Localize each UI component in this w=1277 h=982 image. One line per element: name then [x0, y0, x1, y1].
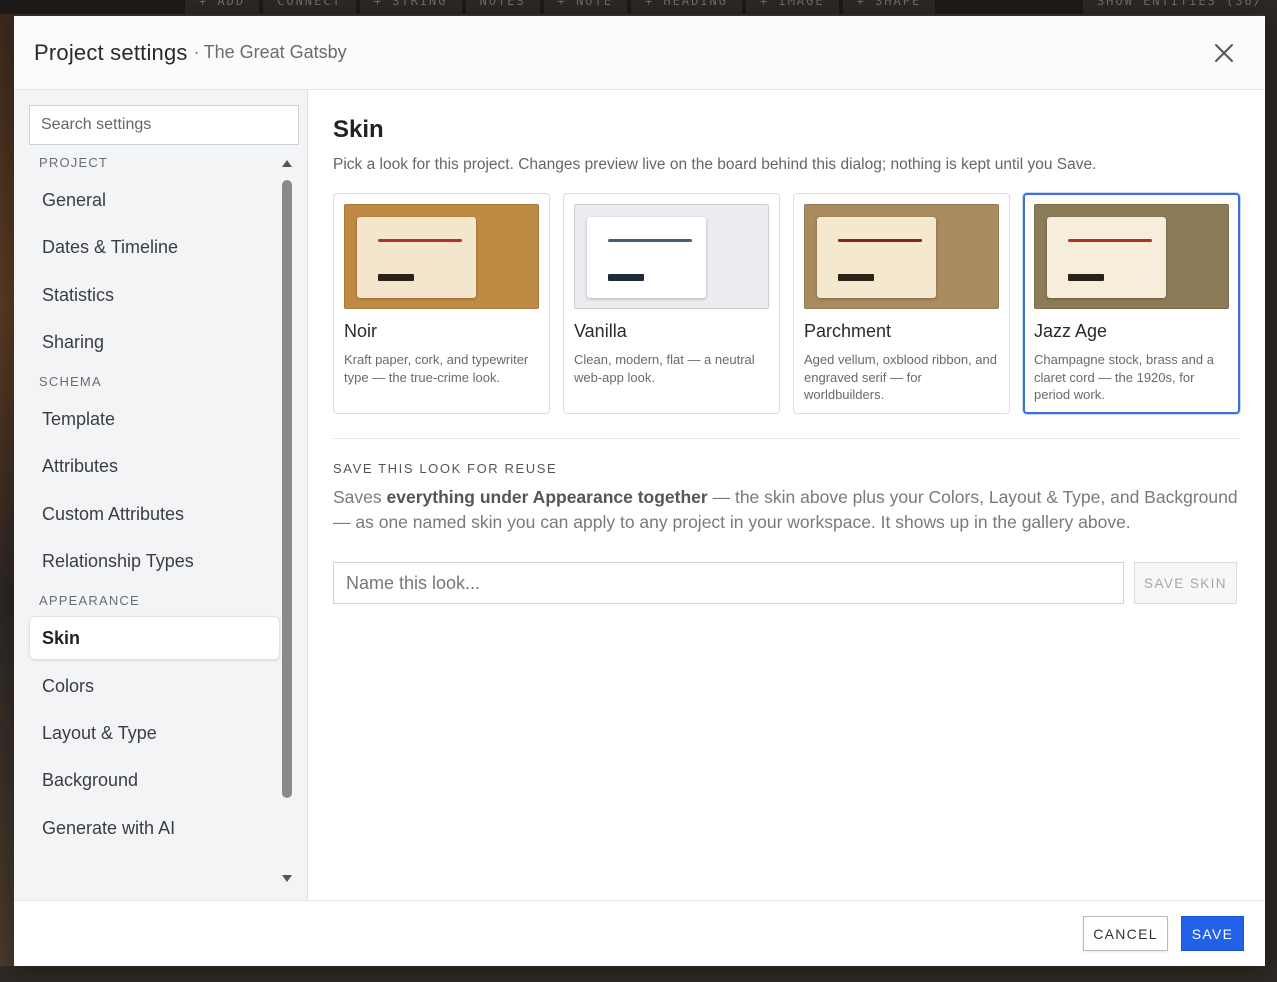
- board-toolbar-item: NOTES: [465, 0, 540, 14]
- sidebar-item-colors[interactable]: Colors: [29, 664, 280, 708]
- skin-name: Jazz Age: [1034, 321, 1108, 341]
- skin-description: Clean, modern, flat — a neutral web-app …: [574, 352, 755, 385]
- cancel-button[interactable]: CANCEL: [1083, 916, 1168, 951]
- nav-section-project: PROJECT: [39, 155, 109, 170]
- search-settings-input[interactable]: [29, 105, 299, 145]
- board-right-edge: [1265, 14, 1277, 982]
- board-toolbar-item: + IMAGE: [746, 0, 839, 14]
- divider: [333, 438, 1240, 439]
- nav-section-appearance: APPEARANCE: [39, 593, 140, 609]
- board-bottom-edge: [0, 966, 1277, 982]
- board-toolbar-item: + HEADING: [630, 0, 743, 14]
- close-icon[interactable]: [1213, 42, 1235, 64]
- preview-ribbon: [1068, 239, 1152, 242]
- sidebar-item-general[interactable]: General: [29, 178, 280, 222]
- preview-text-bar: [378, 274, 414, 281]
- preview-text-bar: [608, 274, 644, 281]
- preview-card: [817, 217, 936, 298]
- skin-preview: [1034, 204, 1229, 309]
- sidebar-item-layout-type[interactable]: Layout & Type: [29, 711, 280, 755]
- skin-card-jazz-age[interactable]: Jazz Age Champagne stock, brass and a cla…: [1023, 193, 1240, 414]
- scroll-thumb[interactable]: [282, 180, 292, 798]
- sidebar-item-attributes[interactable]: Attributes: [29, 444, 280, 488]
- skin-preview: [804, 204, 999, 309]
- board-toolbar-show-entities: SHOW ENTITIES (36/: [1082, 0, 1277, 14]
- skin-preview: [344, 204, 539, 309]
- skin-name: Parchment: [804, 321, 892, 341]
- skin-name: Noir: [344, 321, 378, 341]
- preview-card: [357, 217, 476, 298]
- board-toolbar-item: + ADD: [185, 0, 260, 14]
- sidebar-scrollbar[interactable]: [281, 160, 293, 882]
- section-title: Skin: [333, 116, 384, 143]
- preview-card: [587, 217, 706, 298]
- dialog-header: Project settings · The Great Gatsby: [14, 16, 1265, 90]
- settings-sidebar: PROJECT GeneralDates & TimelineStatistics…: [14, 90, 308, 900]
- board-toolbar-item: + NOTE: [543, 0, 627, 14]
- title-separator: ·: [193, 42, 200, 62]
- save-button[interactable]: SAVE: [1181, 916, 1244, 951]
- preview-text-bar: [838, 274, 874, 281]
- nav-section-schema: SCHEMA: [39, 374, 102, 390]
- settings-nav: PROJECT General Dates & Timeline Statistics…: [29, 148, 280, 853]
- sidebar-item-skin[interactable]: Skin: [29, 616, 280, 661]
- preview-card: [1047, 217, 1166, 298]
- board-toolbar-item: + STRING: [359, 0, 462, 14]
- skin-name-input[interactable]: [333, 562, 1124, 604]
- dialog-title: Project settings: [34, 39, 188, 65]
- section-description: Pick a look for this project. Changes pr…: [333, 156, 1097, 173]
- board-toolbar-item: + SHAPE: [842, 0, 936, 14]
- board-left-edge: [0, 14, 14, 982]
- skin-card-noir[interactable]: Noir Kraft paper, cork, and typewriter ty…: [333, 193, 550, 414]
- board-toolbar: + ADD CONNECT + STRING NOTES + NOTE + HEADING…: [0, 0, 1277, 14]
- sidebar-item-background[interactable]: Background: [29, 758, 280, 802]
- sidebar-item-dates-timeline[interactable]: Dates & Timeline: [29, 225, 280, 269]
- scroll-up-arrow-icon[interactable]: [282, 160, 292, 167]
- project-name: The Great Gatsby: [203, 42, 347, 62]
- sidebar-item-custom-attributes[interactable]: Custom Attributes: [29, 492, 280, 536]
- sidebar-item-relationship-types[interactable]: Relationship Types: [29, 539, 280, 583]
- project-settings-dialog: Project settings · The Great Gatsby PROJ…: [14, 16, 1265, 966]
- skin-description: Aged vellum, oxblood ribbon, and engrave…: [804, 352, 997, 402]
- preview-text-bar: [1068, 274, 1104, 281]
- preview-ribbon: [838, 239, 922, 242]
- dialog-footer: CANCEL SAVE: [14, 900, 1265, 966]
- skin-card-parchment[interactable]: Parchment Aged vellum, oxblood ribbon, an…: [793, 193, 1010, 414]
- save-skin-row: SAVE SKIN: [333, 562, 1240, 604]
- skin-gallery: Noir Kraft paper, cork, and typewriter ty…: [333, 193, 1240, 414]
- sidebar-item-sharing[interactable]: Sharing: [29, 320, 280, 364]
- skin-settings-panel: Skin Pick a look for this project. Chang…: [308, 90, 1265, 900]
- reuse-description: Saves everything under Appearance togeth…: [333, 487, 1238, 532]
- skin-preview: [574, 204, 769, 309]
- sidebar-item-statistics[interactable]: Statistics: [29, 273, 280, 317]
- reuse-section-title: SAVE THIS LOOK FOR REUSE: [333, 461, 558, 476]
- preview-ribbon: [608, 239, 692, 242]
- skin-name: Vanilla: [574, 321, 627, 341]
- save-skin-button[interactable]: SAVE SKIN: [1134, 562, 1237, 604]
- sidebar-item-generate-with-ai[interactable]: Generate with AI: [29, 806, 280, 850]
- scroll-down-arrow-icon[interactable]: [282, 875, 292, 882]
- dialog-body: PROJECT GeneralDates & TimelineStatistics…: [14, 90, 1265, 900]
- sidebar-item-template[interactable]: Template: [29, 397, 280, 441]
- preview-ribbon: [378, 239, 462, 242]
- skin-card-vanilla[interactable]: Vanilla Clean, modern, flat — a neutral w…: [563, 193, 780, 414]
- board-toolbar-item: CONNECT: [263, 0, 356, 14]
- skin-description: Kraft paper, cork, and typewriter type —…: [344, 352, 529, 385]
- skin-description: Champagne stock, brass and a claret cord…: [1034, 352, 1214, 402]
